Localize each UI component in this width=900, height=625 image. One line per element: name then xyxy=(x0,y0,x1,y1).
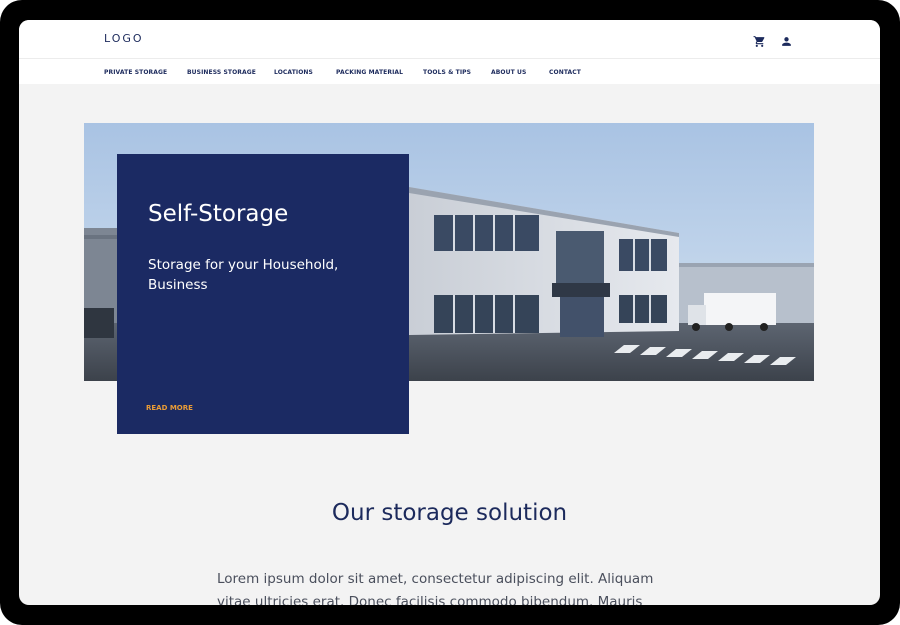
nav-item-packing-material[interactable]: PACKING MATERIAL xyxy=(336,69,403,76)
browser-viewport: LOGO PRIVATE STORAGE BUSINESS STORAGE LO… xyxy=(19,20,880,605)
nav-item-private-storage[interactable]: PRIVATE STORAGE xyxy=(104,69,167,76)
nav-item-contact[interactable]: CONTACT xyxy=(549,69,581,76)
section-body: Lorem ipsum dolor sit amet, consectetur … xyxy=(217,571,654,605)
hero-title: Self-Storage xyxy=(148,201,289,227)
nav-item-business-storage[interactable]: BUSINESS STORAGE xyxy=(187,69,256,76)
site-logo[interactable]: LOGO xyxy=(104,32,144,45)
cart-icon[interactable] xyxy=(753,33,766,47)
device-frame: LOGO PRIVATE STORAGE BUSINESS STORAGE LO… xyxy=(0,0,900,625)
section-title: Our storage solution xyxy=(331,500,568,526)
nav-item-about-us[interactable]: ABOUT US xyxy=(491,69,526,76)
site-header: LOGO xyxy=(19,20,880,58)
read-more-link[interactable]: READ MORE xyxy=(146,404,193,412)
nav-item-tools-tips[interactable]: TOOLS & TIPS xyxy=(423,69,471,76)
nav-item-locations[interactable]: LOCATIONS xyxy=(274,69,313,76)
main-nav: PRIVATE STORAGE BUSINESS STORAGE LOCATIO… xyxy=(19,58,880,84)
hero-card: Self-Storage Storage for your Household,… xyxy=(117,154,409,434)
hero-subtitle: Storage for your Household, Business xyxy=(148,257,339,293)
user-icon[interactable] xyxy=(780,33,793,46)
